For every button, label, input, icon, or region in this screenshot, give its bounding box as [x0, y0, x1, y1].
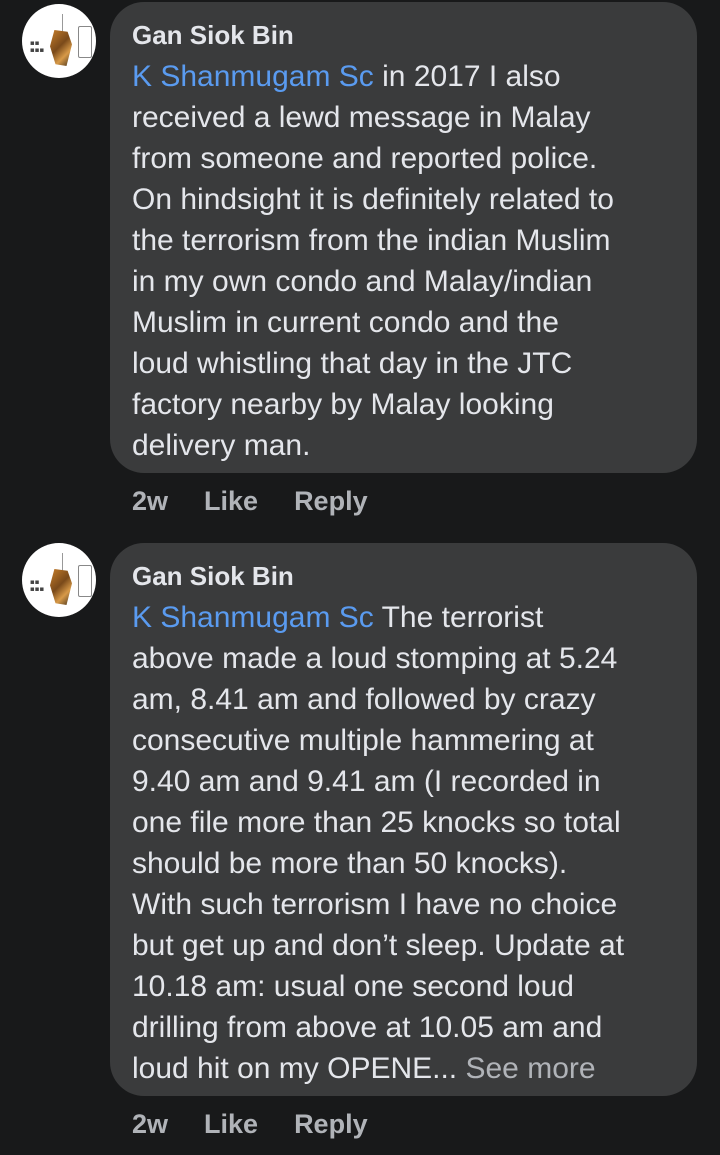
comment-author[interactable]: Gan Siok Bin	[132, 18, 675, 52]
avatar-pin-shape	[62, 553, 63, 573]
like-button[interactable]: Like	[204, 486, 258, 517]
mention-link[interactable]: K Shanmugam Sc	[132, 601, 374, 634]
avatar-stamp-shape: ▪▪ ▪▪▪	[30, 39, 45, 54]
reply-button[interactable]: Reply	[294, 1109, 368, 1140]
comment-bubble[interactable]: Gan Siok Bin K Shanmugam Sc in 2017 I al…	[110, 2, 697, 473]
comment-text: K Shanmugam Sc The terrorist above made …	[132, 597, 675, 1089]
timestamp[interactable]: 2w	[132, 1109, 168, 1140]
avatar-figure-shape	[50, 30, 72, 66]
comment-bubble[interactable]: Gan Siok Bin K Shanmugam Sc The terroris…	[110, 543, 697, 1096]
comment-author[interactable]: Gan Siok Bin	[132, 559, 675, 593]
comment-body: in 2017 I also received a lewd message i…	[132, 60, 614, 462]
comment-actions: 2w Like Reply	[132, 486, 368, 517]
timestamp[interactable]: 2w	[132, 486, 168, 517]
avatar-seal-shape	[78, 565, 92, 597]
avatar-stamp-shape: ▪▪ ▪▪▪	[30, 578, 45, 593]
like-button[interactable]: Like	[204, 1109, 258, 1140]
mention-link[interactable]: K Shanmugam Sc	[132, 60, 374, 93]
comment-text: K Shanmugam Sc in 2017 I also received a…	[132, 56, 675, 466]
comment-actions: 2w Like Reply	[132, 1109, 368, 1140]
avatar-seal-shape	[78, 26, 92, 58]
avatar[interactable]: ▪▪ ▪▪▪	[22, 543, 96, 617]
reply-button[interactable]: Reply	[294, 486, 368, 517]
avatar[interactable]: ▪▪ ▪▪▪	[22, 4, 96, 78]
see-more-link[interactable]: See more	[465, 1052, 595, 1085]
avatar-pin-shape	[62, 14, 63, 34]
comment-body: The terrorist above made a loud stomping…	[132, 601, 625, 1085]
avatar-figure-shape	[50, 569, 72, 605]
